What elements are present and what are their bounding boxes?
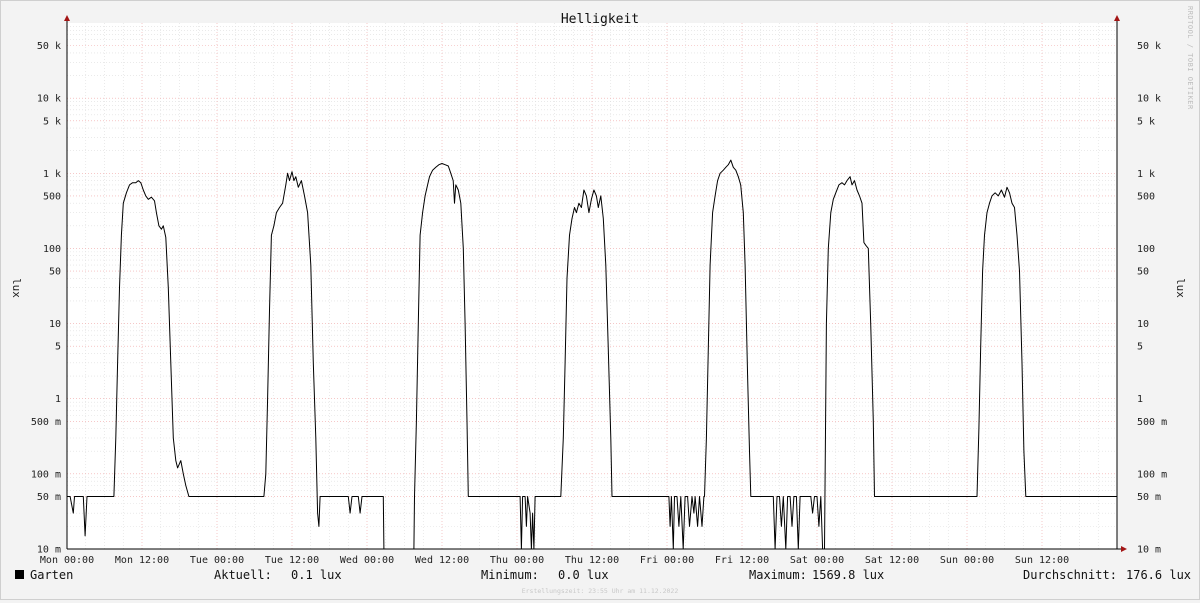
footer-timestamp: Erstellungszeit: 23:55 Uhr am 11.12.2022: [522, 587, 679, 595]
y-tick-label-left: 10 k: [37, 94, 61, 105]
x-tick-label: Sun 12:00: [1015, 555, 1069, 566]
x-tick-label: Thu 00:00: [490, 555, 544, 566]
y-tick-label-left: 100: [43, 244, 61, 255]
y-tick-label-left: 10 m: [37, 545, 61, 556]
y-tick-label-right: 10 k: [1137, 94, 1161, 105]
x-tick-label: Fri 00:00: [640, 555, 694, 566]
x-tick-label: Sun 00:00: [940, 555, 994, 566]
watermark: RRDTOOL / TOBI OETIKER: [1186, 6, 1194, 110]
stat-current-value: 0.1 lux: [291, 568, 342, 582]
stat-current-label: Aktuell:: [214, 568, 272, 582]
x-tick-label: Mon 12:00: [115, 555, 169, 566]
chart-frame: 10 m 50 m 100 m 500 m 1 5 10 50 100 500 1 k 5 k 10 k…: [0, 0, 1200, 600]
y-tick-label-right: 100 m: [1137, 469, 1167, 480]
x-tick-label: Thu 12:00: [565, 555, 619, 566]
y-tick-label-right: 500 m: [1137, 417, 1167, 428]
stat-average-value: 176.6 lux: [1126, 568, 1191, 582]
y-axis-arrow-right: [1114, 15, 1120, 21]
stat-maximum-value: 1569.8 lux: [812, 568, 884, 582]
x-axis-arrow: [1121, 546, 1127, 552]
x-tick-label: Mon 00:00: [40, 555, 94, 566]
y-tick-label-right: 50: [1137, 267, 1149, 278]
y-tick-label-left: 50 m: [37, 492, 61, 503]
y-tick-label-left: 500 m: [31, 417, 61, 428]
y-axis-label-left: lux: [10, 278, 23, 298]
y-tick-label-left: 10: [49, 319, 61, 330]
y-ticks-left: 10 m 50 m 100 m 500 m 1 5 10 50 100 500 1 k 5 k 10 k…: [31, 41, 61, 555]
x-tick-label: Fri 12:00: [715, 555, 769, 566]
legend-swatch-garten: [15, 570, 24, 579]
y-tick-label-right: 50 m: [1137, 492, 1161, 503]
y-axis-label-right: lux: [1174, 278, 1187, 298]
y-tick-label-right: 500: [1137, 191, 1155, 202]
stat-average-label: Durchschnitt:: [1023, 568, 1117, 582]
y-tick-label-right: 10: [1137, 319, 1149, 330]
x-tick-label: Tue 12:00: [265, 555, 319, 566]
y-tick-label-left: 50 k: [37, 41, 61, 52]
y-tick-label-right: 100: [1137, 244, 1155, 255]
legend-label-garten: Garten: [30, 568, 73, 582]
y-tick-label-right: 5 k: [1137, 116, 1155, 127]
y-tick-label-left: 1 k: [43, 169, 61, 180]
x-tick-label: Sat 00:00: [790, 555, 844, 566]
y-tick-label-right: 50 k: [1137, 41, 1161, 52]
chart-title: Helligkeit: [561, 12, 639, 27]
y-tick-label-right: 5: [1137, 342, 1143, 353]
x-tick-label: Wed 00:00: [340, 555, 394, 566]
y-axis-arrow-left: [64, 15, 70, 21]
y-tick-label-right: 10 m: [1137, 545, 1161, 556]
y-tick-label-right: 1: [1137, 394, 1143, 405]
y-tick-label-left: 100 m: [31, 469, 61, 480]
x-tick-label: Wed 12:00: [415, 555, 469, 566]
chart: 10 m 50 m 100 m 500 m 1 5 10 50 100 500 1 k 5 k 10 k…: [10, 6, 1194, 595]
y-tick-label-right: 1 k: [1137, 169, 1155, 180]
stat-minimum-label: Minimum:: [481, 568, 539, 582]
y-ticks-right: 10 m 50 m 100 m 500 m 1 5 10 50 100 500 1 k 5 k 10 k…: [1137, 41, 1167, 555]
y-tick-label-left: 1: [55, 394, 61, 405]
y-tick-label-left: 500: [43, 191, 61, 202]
y-tick-label-left: 5 k: [43, 116, 61, 127]
x-tick-label: Sat 12:00: [865, 555, 919, 566]
y-tick-label-left: 5: [55, 342, 61, 353]
stat-maximum-label: Maximum:: [749, 568, 807, 582]
x-tick-label: Tue 00:00: [190, 555, 244, 566]
stat-minimum-value: 0.0 lux: [558, 568, 609, 582]
x-ticks: Mon 00:00 Mon 12:00 Tue 00:00 Tue 12:00 Wed …: [40, 555, 1069, 566]
y-tick-label-left: 50: [49, 267, 61, 278]
